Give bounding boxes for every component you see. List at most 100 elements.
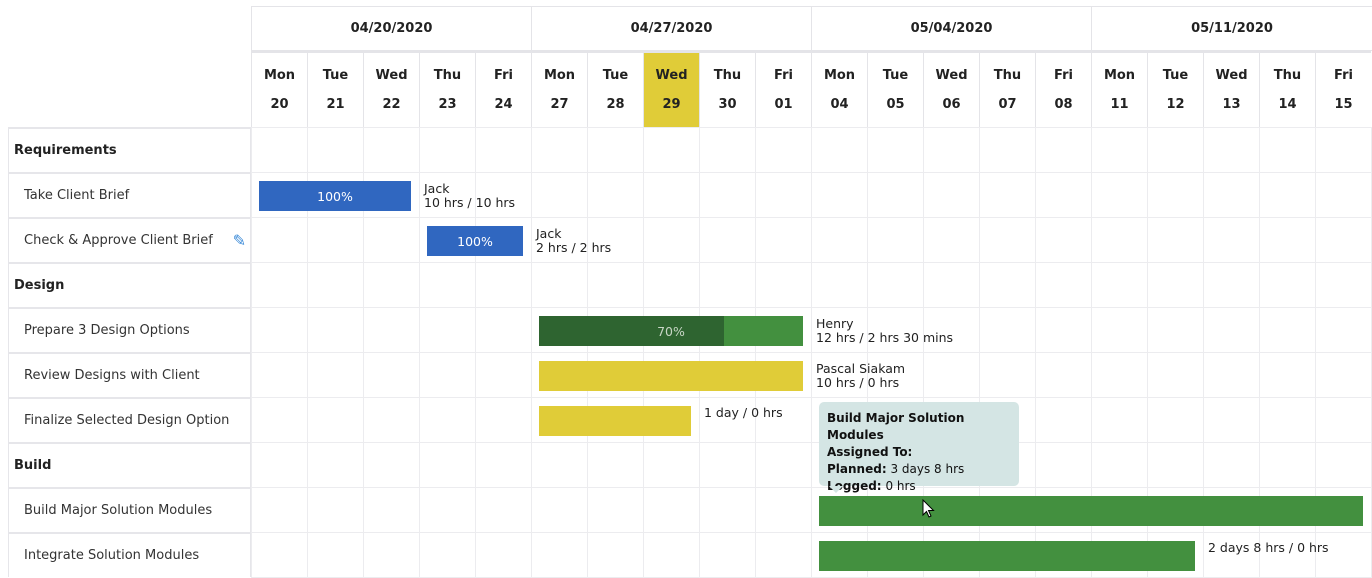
day-date: 14: [1278, 97, 1297, 112]
group-name: Design: [14, 278, 65, 293]
day-date: 12: [1166, 97, 1185, 112]
task-bar[interactable]: 100%: [259, 181, 411, 211]
day-name: Tue: [882, 68, 909, 83]
day-header: Mon 04: [811, 51, 867, 127]
task-name: Prepare 3 Design Options: [24, 323, 190, 338]
day-header: Tue 12: [1147, 51, 1203, 127]
grid-row-line: [251, 172, 1372, 173]
hours-summary: 12 hrs / 2 hrs 30 mins: [816, 330, 954, 345]
day-date: 29: [662, 97, 681, 112]
grid-row-line: [251, 487, 1372, 488]
task-name: Check & Approve Client Brief: [24, 233, 213, 248]
grid-row-line: [251, 262, 1372, 263]
day-date: 15: [1334, 97, 1353, 112]
day-date: 01: [774, 97, 793, 112]
grid-row-line: [251, 217, 1372, 218]
task-label: Jack 2 hrs / 2 hrs: [536, 227, 611, 255]
day-header: Thu 14: [1259, 51, 1315, 127]
day-header: Mon 11: [1091, 51, 1147, 127]
day-name: Thu: [1273, 68, 1302, 83]
task-bar[interactable]: [819, 496, 1363, 526]
task-row-name[interactable]: Integrate Solution Modules: [8, 532, 251, 577]
assignee-name: Henry: [816, 316, 854, 331]
day-header: Wed 22: [363, 51, 419, 127]
task-name: Take Client Brief: [24, 188, 130, 203]
day-name: Thu: [713, 68, 742, 83]
day-name: Tue: [1162, 68, 1189, 83]
grid-row-line: [251, 442, 1372, 443]
day-header: Tue 21: [307, 51, 363, 127]
bar-text: 100%: [457, 233, 493, 249]
day-name: Mon: [823, 68, 856, 83]
day-date: 22: [382, 97, 401, 112]
day-date: 20: [270, 97, 289, 112]
group-row-name[interactable]: Requirements: [8, 127, 251, 172]
task-label: Henry 12 hrs / 2 hrs 30 mins: [816, 317, 953, 345]
day-header: Thu 30: [699, 51, 755, 127]
task-bar[interactable]: [819, 541, 1195, 571]
day-date: 28: [606, 97, 625, 112]
grid-row-line: [251, 307, 1372, 308]
day-name: Fri: [1334, 68, 1353, 83]
grid-row-line: [251, 532, 1372, 533]
task-bar[interactable]: 70%: [539, 316, 803, 346]
day-header: Mon 20: [251, 51, 307, 127]
task-bar[interactable]: [539, 406, 691, 436]
progress-fill: [539, 316, 724, 346]
day-header: Thu 23: [419, 51, 475, 127]
day-date: 27: [550, 97, 569, 112]
day-date: 13: [1222, 97, 1241, 112]
assignee-name: Jack: [424, 181, 450, 196]
day-name: Mon: [1103, 68, 1136, 83]
hours-summary: 10 hrs / 10 hrs: [424, 195, 516, 210]
hours-summary: 2 days 8 hrs / 0 hrs: [1208, 540, 1329, 555]
week-header: 04/27/2020: [531, 6, 811, 51]
day-header: Wed 29: [643, 51, 699, 127]
group-row-name[interactable]: Design: [8, 262, 251, 307]
day-date: 24: [494, 97, 513, 112]
hours-summary: 2 hrs / 2 hrs: [536, 240, 612, 255]
task-bar[interactable]: [539, 361, 803, 391]
day-name: Mon: [263, 68, 296, 83]
task-row-name[interactable]: Review Designs with Client: [8, 352, 251, 397]
task-label: 2 days 8 hrs / 0 hrs: [1208, 541, 1329, 555]
task-label: Pascal Siakam 10 hrs / 0 hrs: [816, 362, 905, 390]
task-row-name[interactable]: Check & Approve Client Brief ✎: [8, 217, 251, 262]
week-header: 04/20/2020: [251, 6, 531, 51]
grid-row-line: [251, 127, 1372, 128]
week-header: 05/04/2020: [811, 6, 1091, 51]
tooltip-logged-value: 0 hrs: [885, 479, 916, 493]
assignee-name: Jack: [536, 226, 562, 241]
pencil-icon[interactable]: ✎: [233, 231, 246, 250]
task-row-name[interactable]: Finalize Selected Design Option: [8, 397, 251, 442]
day-header: Fri 15: [1315, 51, 1371, 127]
day-date: 23: [438, 97, 457, 112]
task-row-name[interactable]: Prepare 3 Design Options: [8, 307, 251, 352]
group-row-name[interactable]: Build: [8, 442, 251, 487]
tooltip-planned-value: 3 days 8 hrs: [890, 462, 965, 476]
task-bar[interactable]: 100%: [427, 226, 523, 256]
task-tooltip: Build Major Solution Modules Assigned To…: [819, 402, 1019, 493]
tooltip-logged-label: Logged:: [827, 479, 882, 493]
day-name: Wed: [375, 68, 408, 83]
day-date: 30: [718, 97, 737, 112]
day-name: Fri: [774, 68, 793, 83]
task-label: 1 day / 0 hrs: [704, 406, 783, 420]
day-date: 07: [998, 97, 1017, 112]
task-row-name[interactable]: Take Client Brief: [8, 172, 251, 217]
day-header: Wed 13: [1203, 51, 1259, 127]
day-header: Thu 07: [979, 51, 1035, 127]
day-name: Fri: [494, 68, 513, 83]
mouse-cursor-icon: [922, 499, 935, 518]
task-label: Jack 10 hrs / 10 hrs: [424, 182, 515, 210]
day-date: 21: [326, 97, 345, 112]
tooltip-assigned-label: Assigned To:: [827, 445, 913, 459]
task-row-name[interactable]: Build Major Solution Modules: [8, 487, 251, 532]
task-name: Integrate Solution Modules: [24, 548, 200, 563]
day-name: Mon: [543, 68, 576, 83]
day-name: Wed: [655, 68, 688, 83]
day-date: 11: [1110, 97, 1129, 112]
day-date: 06: [942, 97, 961, 112]
hours-summary: 10 hrs / 0 hrs: [816, 375, 900, 390]
group-name: Requirements: [14, 143, 117, 158]
